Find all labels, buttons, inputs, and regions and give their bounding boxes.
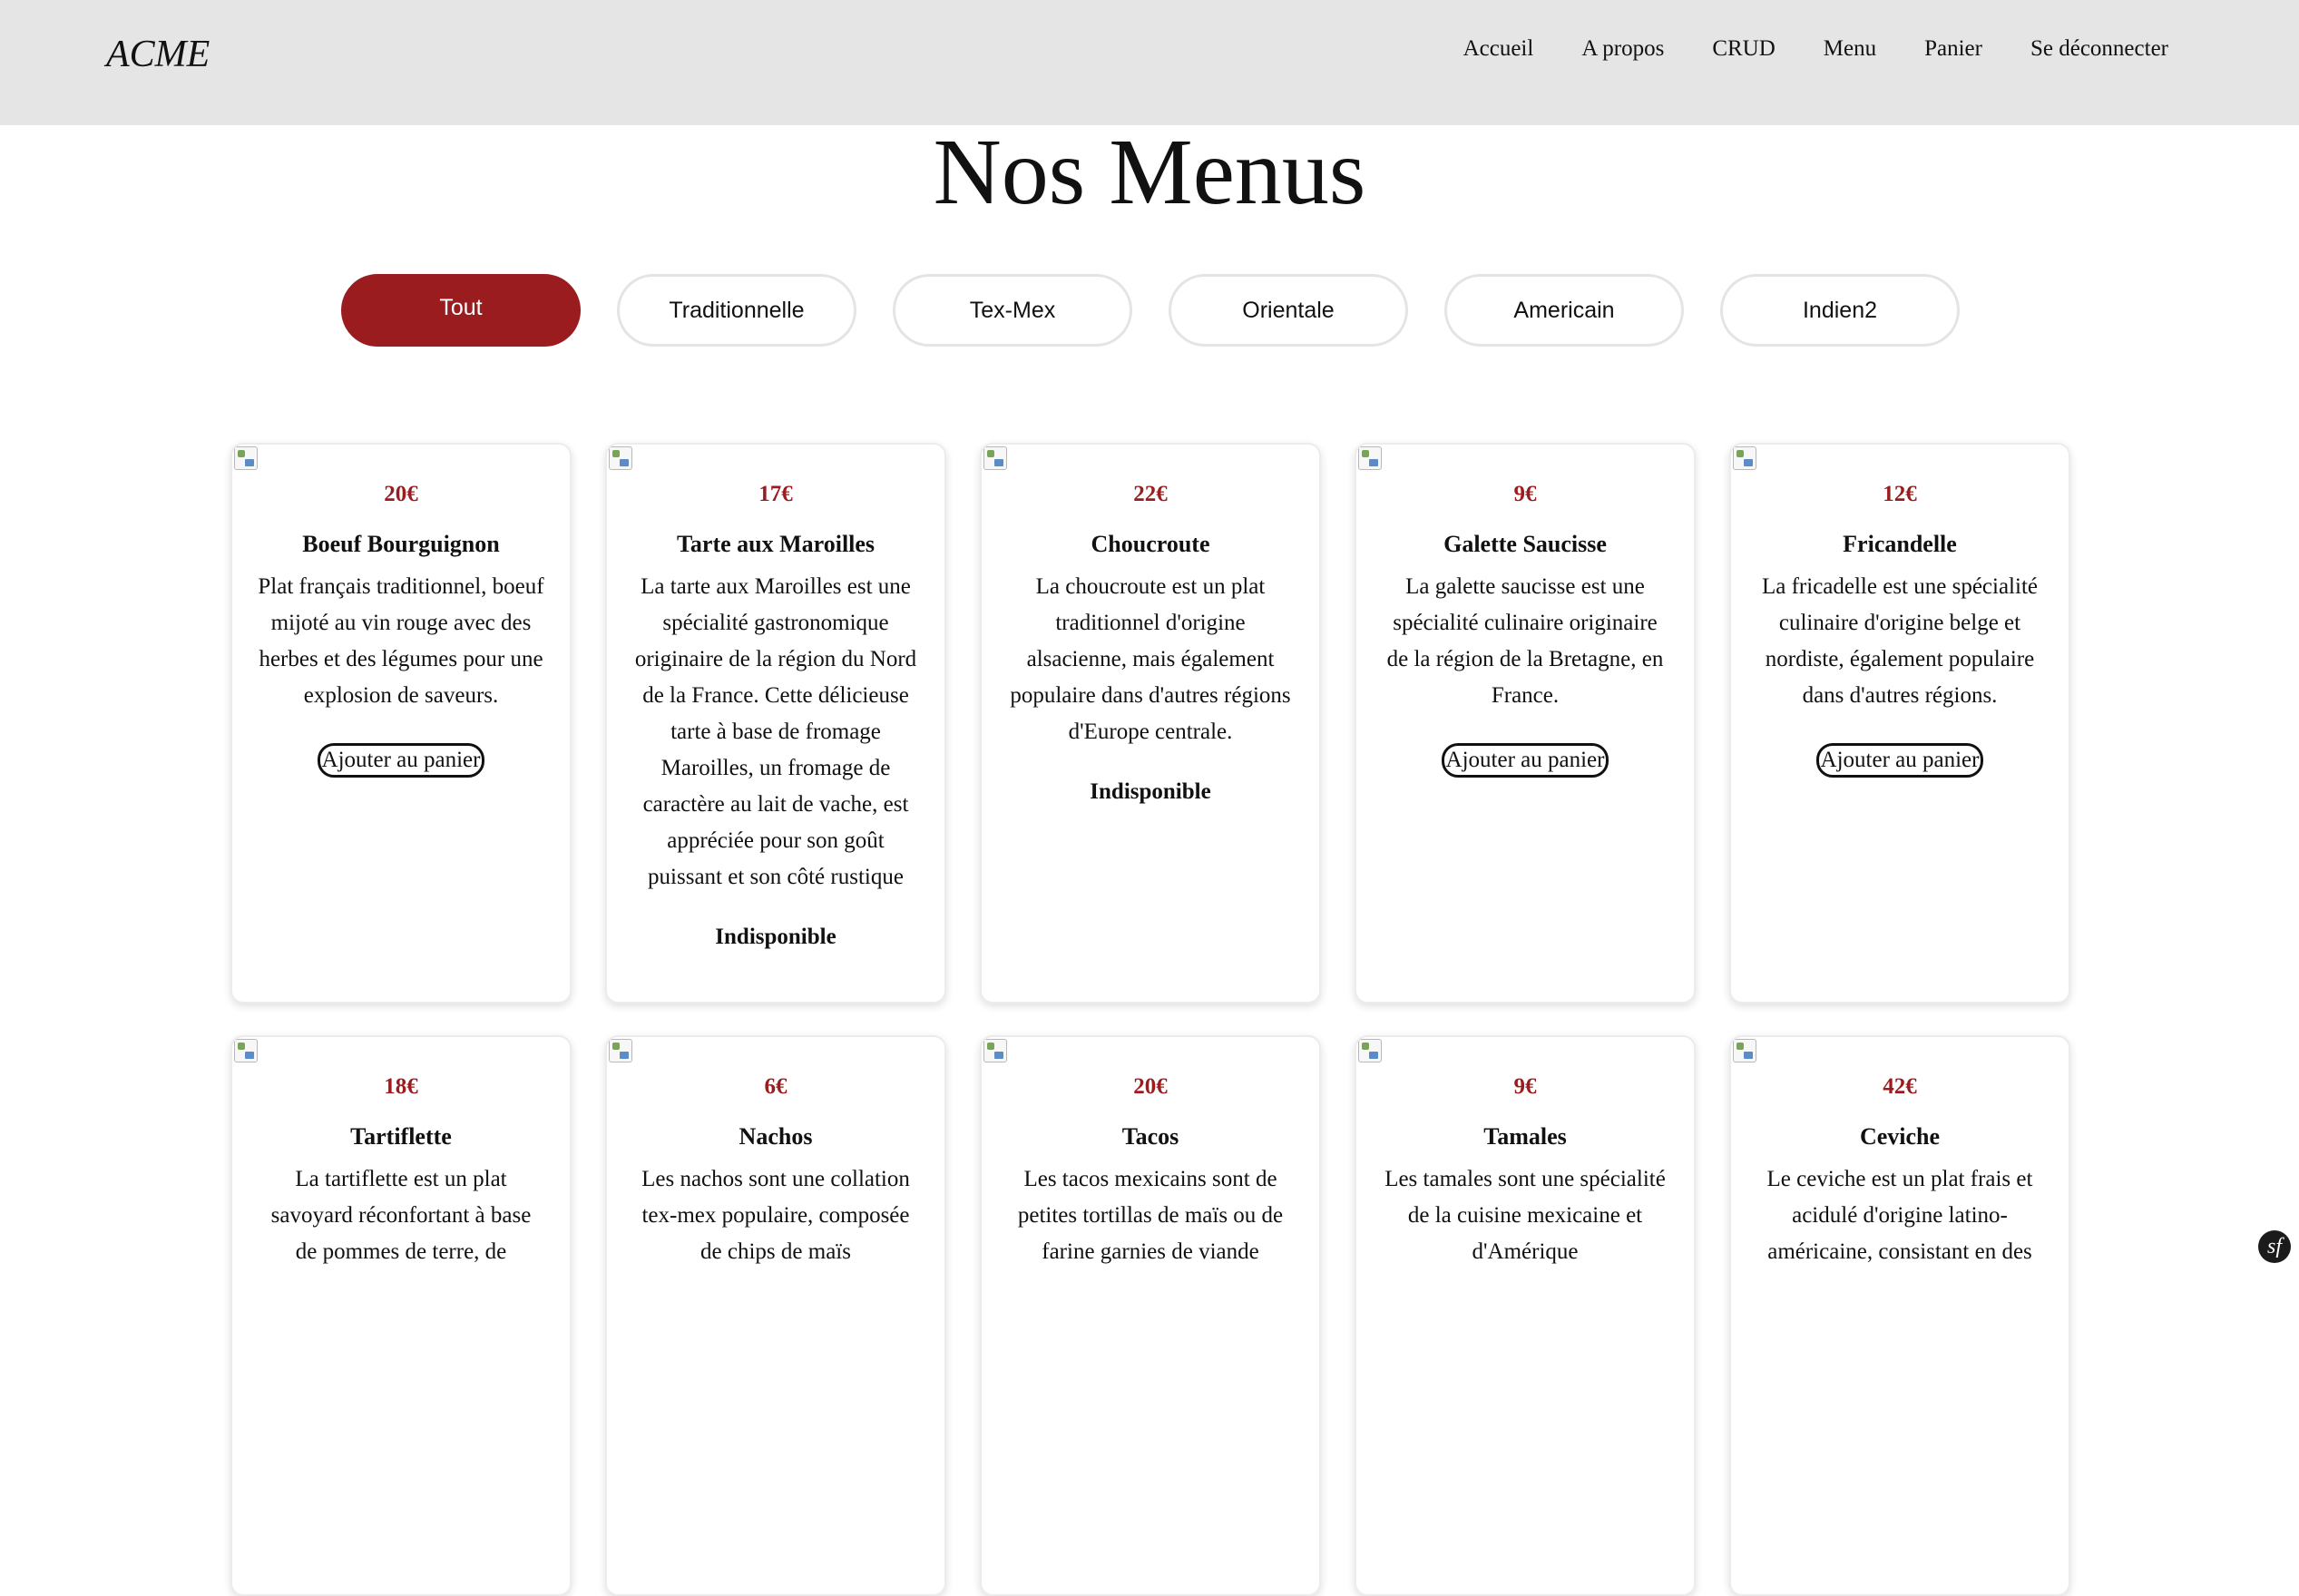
filter-tout[interactable]: Tout bbox=[341, 274, 581, 347]
menu-card: 22€ Choucroute La choucroute est un plat t… bbox=[980, 443, 1321, 1004]
menu-card: 20€ Boeuf Bourguignon Plat français tradit… bbox=[230, 443, 572, 1004]
menu-description: La choucroute est un plat traditionnel d… bbox=[1010, 574, 1291, 745]
symfony-toolbar-icon[interactable]: sf bbox=[2258, 1230, 2291, 1263]
menu-name: Galette Saucisse bbox=[1443, 531, 1607, 557]
menu-name: Tartiflette bbox=[350, 1123, 452, 1150]
nav-links: Accueil A propos CRUD Menu Panier Se déc… bbox=[1463, 36, 2168, 62]
broken-image-icon bbox=[609, 1039, 632, 1062]
menu-description: La tartiflette est un plat savoyard réco… bbox=[270, 1167, 532, 1265]
add-to-cart-button[interactable]: Ajouter au panier bbox=[1441, 743, 1609, 778]
menu-description: La galette saucisse est une spécialité c… bbox=[1386, 574, 1664, 709]
menu-card: 9€ Tamales Les tamales sont une spécialité… bbox=[1355, 1035, 1696, 1596]
menu-name: Choucroute bbox=[1091, 531, 1210, 557]
menu-card: 20€ Tacos Les tacos mexicains sont de peti… bbox=[980, 1035, 1321, 1596]
menu-name: Boeuf Bourguignon bbox=[302, 531, 500, 557]
unavailable-label: Indisponible bbox=[715, 925, 836, 950]
nav-link-accueil[interactable]: Accueil bbox=[1463, 36, 1534, 62]
broken-image-icon bbox=[234, 1039, 258, 1062]
add-to-cart-button[interactable]: Ajouter au panier bbox=[1815, 743, 1984, 778]
menu-card: 18€ Tartiflette La tartiflette est un plat… bbox=[230, 1035, 572, 1596]
menu-name: Tarte aux Maroilles bbox=[676, 531, 876, 557]
menu-description: Plat français traditionnel, boeuf mijoté… bbox=[258, 574, 544, 709]
menu-price: 17€ bbox=[758, 482, 793, 506]
menu-card: 42€ Ceviche Le ceviche est un plat frais e… bbox=[1729, 1035, 2070, 1596]
menu-name: Tamales bbox=[1483, 1123, 1567, 1150]
broken-image-icon bbox=[983, 446, 1007, 470]
nav-link-a-propos[interactable]: A propos bbox=[1581, 36, 1664, 62]
menu-price: 42€ bbox=[1883, 1074, 1917, 1099]
nav-link-crud[interactable]: CRUD bbox=[1712, 36, 1775, 62]
menu-price: 18€ bbox=[384, 1074, 418, 1099]
menu-description: Les nachos sont une collation tex-mex po… bbox=[641, 1167, 910, 1265]
broken-image-icon bbox=[1358, 446, 1382, 470]
menu-card: 9€ Galette Saucisse La galette saucisse es… bbox=[1355, 443, 1696, 1004]
filter-tex-mex[interactable]: Tex-Mex bbox=[893, 274, 1132, 347]
broken-image-icon bbox=[234, 446, 258, 470]
unavailable-label: Indisponible bbox=[1090, 779, 1211, 805]
menu-card: 17€ Tarte aux Maroilles La tarte aux Maroi… bbox=[605, 443, 946, 1004]
broken-image-icon bbox=[1358, 1039, 1382, 1062]
menu-description: Le ceviche est un plat frais et acidulé … bbox=[1766, 1167, 2033, 1265]
brand-logo[interactable]: ACME bbox=[106, 33, 210, 76]
menu-name: Nachos bbox=[739, 1123, 813, 1150]
menu-grid: 20€ Boeuf Bourguignon Plat français tradit… bbox=[230, 443, 2070, 1596]
menu-description: Les tamales sont une spécialité de la cu… bbox=[1384, 1167, 1666, 1265]
menu-description: La tarte aux Maroilles est une spécialit… bbox=[634, 574, 917, 890]
page-title: Nos Menus bbox=[933, 120, 1366, 224]
nav-link-menu[interactable]: Menu bbox=[1824, 36, 1876, 62]
broken-image-icon bbox=[609, 446, 632, 470]
broken-image-icon bbox=[1733, 1039, 1756, 1062]
menu-price: 9€ bbox=[1513, 1074, 1537, 1099]
broken-image-icon bbox=[983, 1039, 1007, 1062]
menu-price: 12€ bbox=[1883, 482, 1917, 506]
filter-americain[interactable]: Americain bbox=[1444, 274, 1684, 347]
menu-price: 6€ bbox=[764, 1074, 788, 1099]
menu-card: 6€ Nachos Les nachos sont une collation te… bbox=[605, 1035, 946, 1596]
add-to-cart-button[interactable]: Ajouter au panier bbox=[317, 743, 485, 778]
menu-price: 9€ bbox=[1513, 482, 1537, 506]
menu-price: 20€ bbox=[384, 482, 418, 506]
menu-name: Fricandelle bbox=[1843, 531, 1957, 557]
broken-image-icon bbox=[1733, 446, 1756, 470]
menu-description: Les tacos mexicains sont de petites tort… bbox=[1017, 1167, 1284, 1265]
menu-card: 12€ Fricandelle La fricadelle est une spéc… bbox=[1729, 443, 2070, 1004]
nav-link-logout[interactable]: Se déconnecter bbox=[2030, 36, 2168, 62]
nav-link-panier[interactable]: Panier bbox=[1924, 36, 1982, 62]
menu-price: 22€ bbox=[1133, 482, 1168, 506]
menu-description: La fricadelle est une spécialité culinai… bbox=[1761, 574, 2038, 709]
filter-orientale[interactable]: Orientale bbox=[1169, 274, 1408, 347]
menu-name: Tacos bbox=[1121, 1123, 1179, 1150]
menu-name: Ceviche bbox=[1859, 1123, 1941, 1150]
menu-price: 20€ bbox=[1133, 1074, 1168, 1099]
filter-indien2[interactable]: Indien2 bbox=[1720, 274, 1960, 347]
navbar: ACME Accueil A propos CRUD Menu Panier S… bbox=[0, 0, 2299, 125]
category-filters: Tout Traditionnelle Tex-Mex Orientale Am… bbox=[341, 274, 1960, 347]
filter-traditionnelle[interactable]: Traditionnelle bbox=[617, 274, 856, 347]
